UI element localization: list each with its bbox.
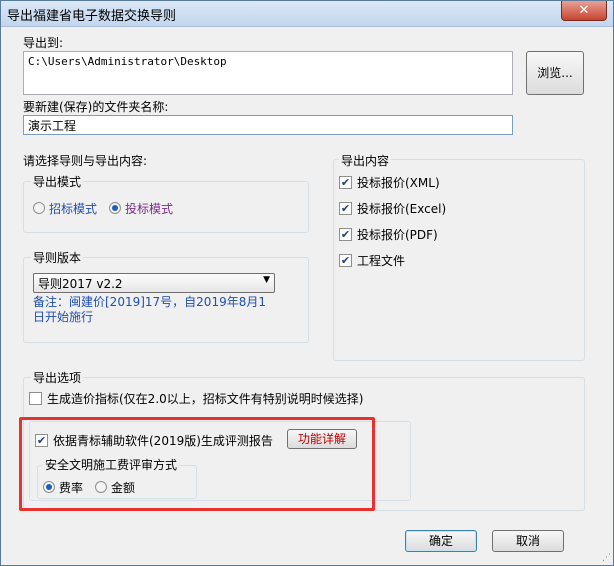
export-content-title: 导出内容 [339, 152, 392, 169]
window-title: 导出福建省电子数据交换导则 [7, 9, 177, 24]
guide-version-note: 备注：闽建价[2019]17号，自2019年8月1日开始施行 [33, 295, 266, 324]
chevron-down-icon: ▼ [263, 275, 270, 285]
checkbox-bid-xml[interactable]: ✔ [339, 176, 352, 189]
bid-pdf-label: 投标报价(PDF) [357, 228, 438, 242]
export-dialog: 导出福建省电子数据交换导则 ✕ 导出到: C:\Users\Administra… [0, 0, 614, 566]
select-section-label: 请选择导则与导出内容: [23, 154, 148, 168]
guide-version-title: 导则版本 [31, 249, 84, 266]
tender-mode-label: 招标模式 [49, 202, 98, 216]
browse-button[interactable]: 浏览... [526, 51, 584, 95]
bid-excel-label: 投标报价(Excel) [357, 202, 447, 216]
guide-version-select[interactable]: 导则2017 v2.2 ▼ [33, 273, 275, 293]
export-options-title: 导出选项 [31, 369, 84, 386]
highlight-frame [19, 417, 375, 511]
bid-mode-label: 投标模式 [125, 202, 174, 216]
bid-xml-label: 投标报价(XML) [357, 176, 440, 190]
checkbox-bid-excel[interactable]: ✔ [339, 202, 352, 215]
checkbox-bid-pdf[interactable]: ✔ [339, 228, 352, 241]
resize-grip-icon[interactable]: ⋰ [602, 553, 611, 563]
cancel-button[interactable]: 取消 [492, 530, 564, 552]
checkbox-project-file[interactable]: ✔ [339, 254, 352, 267]
cost-index-label: 生成造价指标(仅在2.0以上，招标文件有特别说明时候选择) [47, 392, 364, 406]
guide-version-value: 导则2017 v2.2 [38, 277, 123, 291]
close-button[interactable]: ✕ [561, 1, 607, 21]
export-to-label: 导出到: [23, 36, 64, 50]
export-mode-title: 导出模式 [31, 173, 84, 190]
radio-tender-mode[interactable] [33, 202, 45, 214]
project-file-label: 工程文件 [357, 254, 406, 268]
folder-name-input[interactable] [23, 115, 513, 135]
title-bar[interactable]: 导出福建省电子数据交换导则 ✕ [1, 1, 613, 27]
export-path-field[interactable]: C:\Users\Administrator\Desktop [23, 51, 513, 95]
checkbox-cost-index[interactable] [29, 392, 42, 405]
radio-bid-mode[interactable] [109, 202, 121, 214]
ok-button[interactable]: 确定 [405, 530, 477, 552]
folder-name-label: 要新建(保存)的文件夹名称: [23, 100, 169, 114]
